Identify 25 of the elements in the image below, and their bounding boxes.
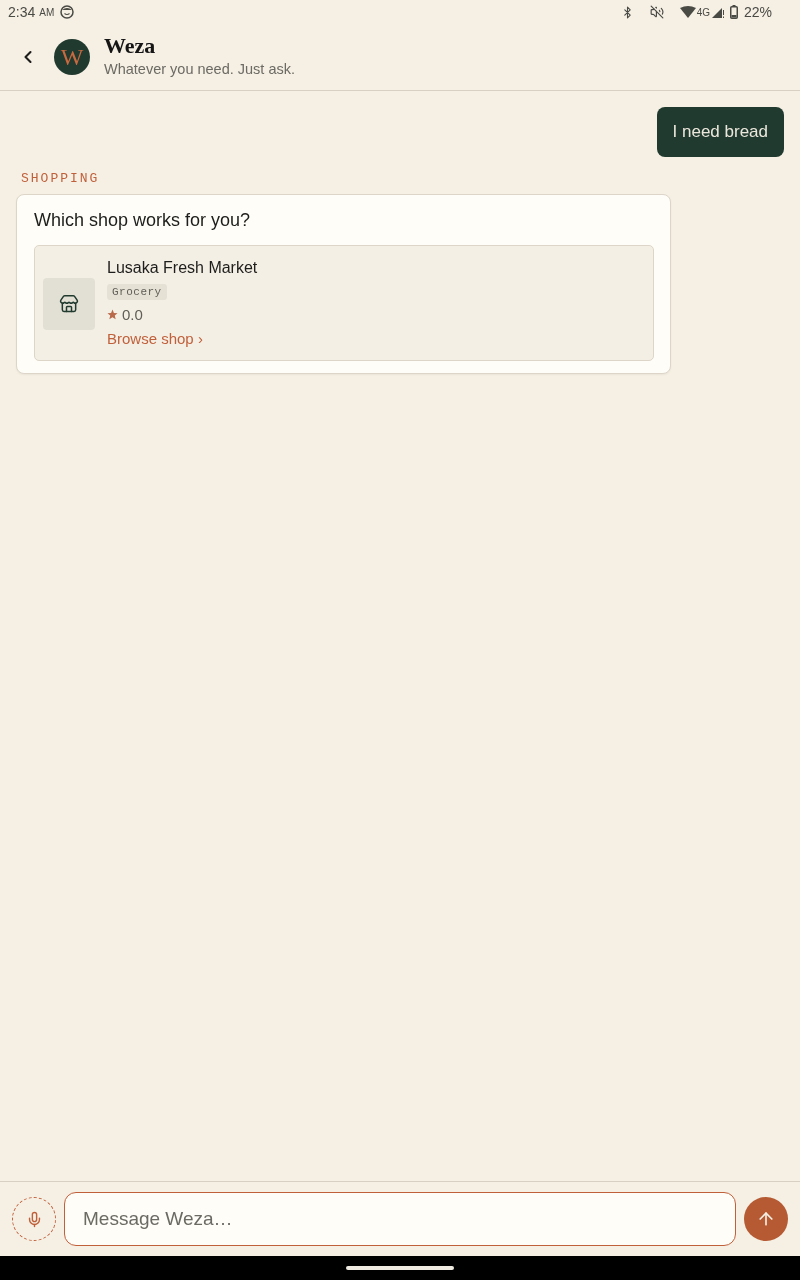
battery-percent: 22%: [743, 4, 772, 20]
send-button[interactable]: [744, 1197, 788, 1241]
star-icon: [107, 309, 118, 320]
rating-text: 0.0: [122, 306, 143, 323]
question-text: Which shop works for you?: [34, 209, 251, 231]
message-input[interactable]: Message Weza…: [64, 1192, 736, 1246]
battery-icon: [729, 5, 738, 19]
home-handle[interactable]: [346, 1266, 454, 1270]
chat-title: Weza: [104, 34, 156, 58]
chat-subtitle: Whatever you need. Just ask.: [104, 60, 295, 78]
section-label: SHOPPING: [21, 171, 100, 187]
wifi-icon: [679, 6, 696, 18]
network-type: 4G: [696, 6, 710, 18]
store-icon: [59, 293, 79, 314]
user-message-bubble: I need bread: [656, 107, 784, 157]
browse-shop-link[interactable]: Browse shop ›: [107, 329, 203, 349]
signal-icon: [711, 6, 724, 18]
muted-speaker-icon: [649, 5, 664, 19]
status-meridiem: AM: [39, 6, 55, 18]
category-tag: Grocery: [107, 284, 167, 300]
shop-item[interactable]: Lusaka Fresh Market Grocery 0.0 Browse shop ›: [34, 245, 654, 361]
face-icon: [60, 5, 75, 19]
shop-name: Lusaka Fresh Market: [107, 258, 258, 278]
assistant-avatar: W: [54, 39, 90, 75]
status-time: 2:34: [8, 4, 36, 20]
